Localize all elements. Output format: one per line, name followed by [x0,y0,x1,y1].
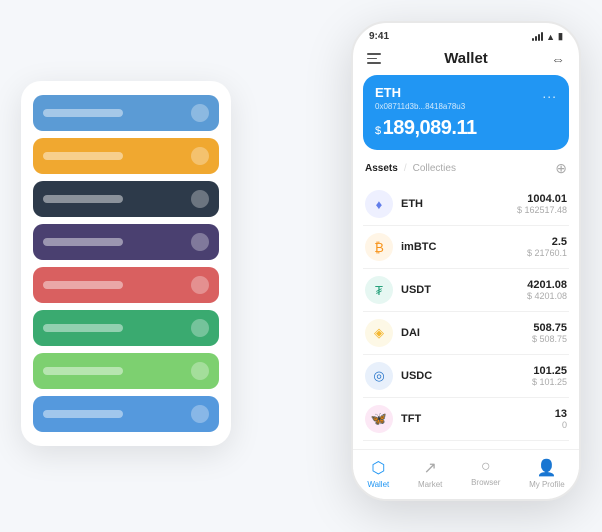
nav-label-my-profile: My Profile [529,480,565,489]
nav-item-browser[interactable]: ○ Browser [471,458,500,489]
card-item-icon [191,276,209,294]
asset-name-usdc: USDC [401,370,532,382]
nav-label-market: Market [418,480,442,489]
battery-icon: ▮ [558,31,563,42]
asset-amount: 1004.01 [517,193,567,205]
expand-icon[interactable]: ⇔ [551,51,565,67]
tab-divider: / [404,163,407,174]
asset-amount: 101.25 [532,365,567,377]
card-item-7[interactable] [33,396,219,432]
eth-card-options[interactable]: ... [542,85,557,101]
nav-icon-browser: ○ [481,458,491,476]
status-bar: 9:41 ▲ ▮ [353,23,579,46]
card-item-2[interactable] [33,181,219,217]
asset-values-dai: 508.75$ 508.75 [532,322,567,344]
card-item-label [43,195,123,203]
asset-row[interactable]: ₿ imBTC2.5$ 21760.1 [363,226,569,269]
asset-icon-dai: ◈ [365,319,393,347]
nav-icon-my-profile: 👤 [537,458,557,478]
status-icons: ▲ ▮ [532,31,563,42]
signal-icon [532,32,543,41]
card-item-1[interactable] [33,138,219,174]
add-asset-button[interactable]: ⊕ [555,160,567,177]
card-item-6[interactable] [33,353,219,389]
menu-button[interactable] [367,53,381,64]
card-item-icon [191,233,209,251]
asset-values-tft: 130 [555,408,567,430]
nav-icon-wallet: ⬡ [371,458,385,478]
asset-amount: 508.75 [532,322,567,334]
asset-amount: 2.5 [527,236,567,248]
tab-collecties[interactable]: Collecties [413,163,456,174]
asset-values-usdt: 4201.08$ 4201.08 [527,279,567,301]
card-item-label [43,367,123,375]
nav-item-market[interactable]: ↗ Market [418,458,442,489]
card-item-label [43,324,123,332]
nav-item-wallet[interactable]: ⬡ Wallet [367,458,389,489]
assets-tabs: Assets / Collecties [365,163,456,174]
phone-header: Wallet ⇔ [353,46,579,75]
eth-card[interactable]: ... ETH 0x08711d3b...8418a78u3 $189,089.… [363,75,569,150]
asset-values-eth: 1004.01$ 162517.48 [517,193,567,215]
asset-row[interactable]: ◎ USDC101.25$ 101.25 [363,355,569,398]
asset-icon-tft: 🦋 [365,405,393,433]
page-title: Wallet [444,50,488,67]
asset-values-usdc: 101.25$ 101.25 [532,365,567,387]
card-item-label [43,109,123,117]
asset-name-eth: ETH [401,198,517,210]
asset-list: ♦ ETH1004.01$ 162517.48 ₿ imBTC2.5$ 21760.1… [353,183,579,441]
time-display: 9:41 [369,31,389,42]
asset-icon-eth: ♦ [365,190,393,218]
asset-amount: 4201.08 [527,279,567,291]
asset-icon-usdt: ₮ [365,276,393,304]
nav-label-browser: Browser [471,478,500,487]
card-item-label [43,410,123,418]
tab-assets[interactable]: Assets [365,163,398,174]
asset-usd: $ 162517.48 [517,205,567,215]
card-item-icon [191,104,209,122]
eth-card-address: 0x08711d3b...8418a78u3 [375,102,557,111]
eth-card-balance: $189,089.11 [375,117,557,140]
card-item-5[interactable] [33,310,219,346]
asset-values-imbtc: 2.5$ 21760.1 [527,236,567,258]
asset-usd: $ 101.25 [532,377,567,387]
asset-usd: $ 4201.08 [527,291,567,301]
scene: 9:41 ▲ ▮ Wallet ⇔ ... ETH 0x08711d3b...8… [21,21,581,511]
assets-header: Assets / Collecties ⊕ [353,160,579,183]
card-item-0[interactable] [33,95,219,131]
asset-usd: 0 [555,420,567,430]
asset-usd: $ 508.75 [532,334,567,344]
nav-label-wallet: Wallet [367,480,389,489]
card-item-label [43,152,123,160]
asset-name-tft: TFT [401,413,555,425]
asset-row[interactable]: 🦋 TFT130 [363,398,569,441]
asset-usd: $ 21760.1 [527,248,567,258]
asset-row[interactable]: ₮ USDT4201.08$ 4201.08 [363,269,569,312]
card-item-icon [191,362,209,380]
card-item-icon [191,190,209,208]
phone: 9:41 ▲ ▮ Wallet ⇔ ... ETH 0x08711d3b...8… [351,21,581,501]
card-item-icon [191,147,209,165]
asset-name-dai: DAI [401,327,532,339]
currency-symbol: $ [375,125,381,137]
asset-amount: 13 [555,408,567,420]
card-item-icon [191,405,209,423]
card-stack [21,81,231,446]
asset-name-usdt: USDT [401,284,527,296]
bottom-nav: ⬡ Wallet ↗ Market ○ Browser 👤 My Profile [353,449,579,499]
wifi-icon: ▲ [546,32,555,42]
card-item-3[interactable] [33,224,219,260]
nav-icon-market: ↗ [423,458,436,478]
asset-name-imbtc: imBTC [401,241,527,253]
card-item-label [43,238,123,246]
card-item-label [43,281,123,289]
eth-card-title: ETH [375,85,557,100]
asset-icon-imbtc: ₿ [365,233,393,261]
nav-item-my-profile[interactable]: 👤 My Profile [529,458,565,489]
asset-icon-usdc: ◎ [365,362,393,390]
card-item-4[interactable] [33,267,219,303]
card-item-icon [191,319,209,337]
asset-row[interactable]: ◈ DAI508.75$ 508.75 [363,312,569,355]
asset-row[interactable]: ♦ ETH1004.01$ 162517.48 [363,183,569,226]
